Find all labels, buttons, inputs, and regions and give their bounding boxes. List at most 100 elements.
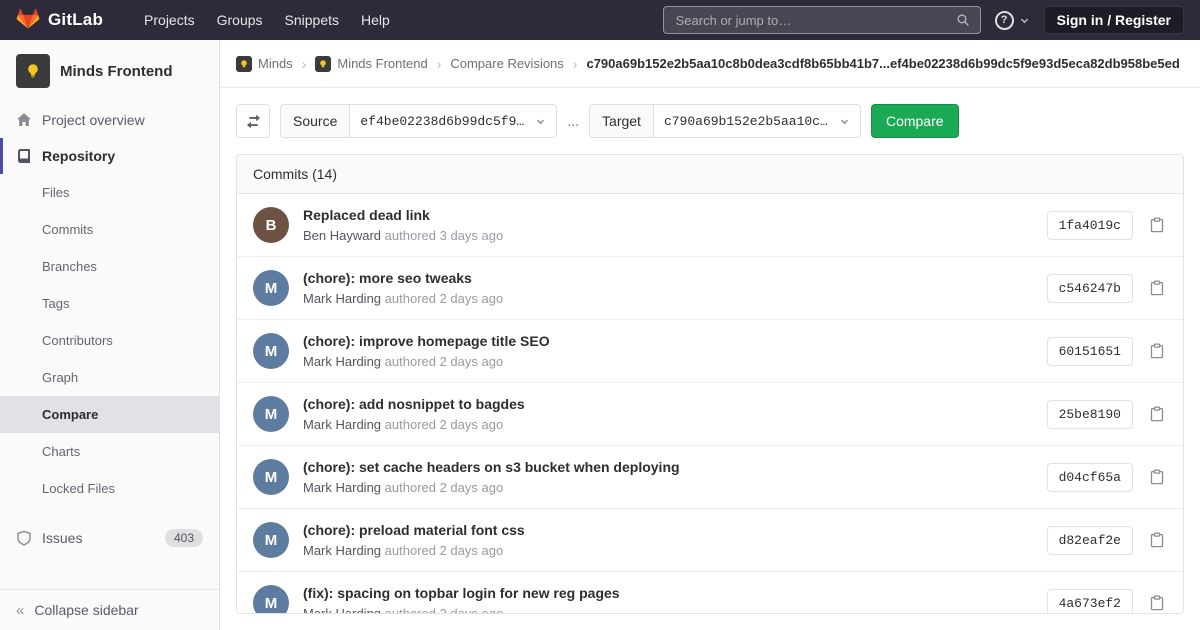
book-icon <box>16 148 32 164</box>
breadcrumb-separator: › <box>437 56 442 72</box>
commit-title-link[interactable]: (fix): spacing on topbar login for new r… <box>303 585 1033 601</box>
source-label: Source <box>280 104 349 138</box>
gitlab-logo[interactable]: GitLab <box>16 6 103 34</box>
commit-author-link[interactable]: Mark Harding <box>303 291 381 306</box>
sidebar-item-contributors[interactable]: Contributors <box>0 322 219 359</box>
author-avatar: M <box>253 522 289 558</box>
sign-in-button[interactable]: Sign in / Register <box>1044 6 1184 34</box>
commit-title-link[interactable]: (chore): add nosnippet to bagdes <box>303 396 1033 412</box>
breadcrumb-label: Compare Revisions <box>450 56 563 71</box>
nav-item-projects[interactable]: Projects <box>133 6 206 34</box>
clipboard-icon <box>1149 595 1165 611</box>
compare-ellipsis: ... <box>567 113 579 129</box>
breadcrumb-item-minds-frontend[interactable]: Minds Frontend <box>315 56 427 72</box>
nav-item-snippets[interactable]: Snippets <box>274 6 350 34</box>
copy-commit-sha-button[interactable] <box>1147 278 1167 298</box>
commit-info: Replaced dead link Ben Hayward authored … <box>303 207 1033 243</box>
author-avatar: M <box>253 270 289 306</box>
issues-icon <box>16 530 32 546</box>
nav-item-groups[interactable]: Groups <box>206 6 274 34</box>
copy-commit-sha-button[interactable] <box>1147 593 1167 613</box>
home-icon <box>16 112 32 128</box>
search-input[interactable] <box>674 12 948 29</box>
breadcrumb-item-compare-revisions[interactable]: Compare Revisions <box>450 56 563 71</box>
chevron-down-icon <box>839 116 850 127</box>
sidebar-item-commits[interactable]: Commits <box>0 211 219 248</box>
project-name: Minds Frontend <box>60 63 173 80</box>
collapse-chevrons-icon: « <box>16 603 24 618</box>
sidebar-item-branches[interactable]: Branches <box>0 248 219 285</box>
copy-commit-sha-button[interactable] <box>1147 404 1167 424</box>
clipboard-icon <box>1149 532 1165 548</box>
collapse-sidebar-button[interactable]: « Collapse sidebar <box>0 589 219 630</box>
chevron-down-icon <box>1019 15 1030 26</box>
commit-sha-button[interactable]: d04cf65a <box>1047 463 1133 492</box>
chevron-down-icon <box>535 116 546 127</box>
sidebar-item-files[interactable]: Files <box>0 174 219 211</box>
commit-title-link[interactable]: (chore): improve homepage title SEO <box>303 333 1033 349</box>
sidebar-item-tags[interactable]: Tags <box>0 285 219 322</box>
sidebar-item-label: Repository <box>42 148 115 164</box>
copy-commit-sha-button[interactable] <box>1147 215 1167 235</box>
commit-author-link[interactable]: Mark Harding <box>303 606 381 614</box>
commit-author-link[interactable]: Ben Hayward <box>303 228 381 243</box>
commit-author-link[interactable]: Mark Harding <box>303 543 381 558</box>
author-avatar: M <box>253 459 289 495</box>
sidebar-item-repository[interactable]: Repository <box>0 138 219 174</box>
commit-sha-button[interactable]: 60151651 <box>1047 337 1133 366</box>
commit-sha-button[interactable]: 25be8190 <box>1047 400 1133 429</box>
compare-button[interactable]: Compare <box>871 104 959 138</box>
commit-info: (chore): improve homepage title SEO Mark… <box>303 333 1033 369</box>
commit-authored-time: authored 2 days ago <box>385 480 504 495</box>
commit-authored-time: authored 2 days ago <box>385 543 504 558</box>
project-avatar-lightbulb-icon <box>315 56 331 72</box>
commit-info: (chore): preload material font css Mark … <box>303 522 1033 558</box>
sidebar-item-compare[interactable]: Compare <box>0 396 219 433</box>
copy-commit-sha-button[interactable] <box>1147 530 1167 550</box>
sidebar-item-graph[interactable]: Graph <box>0 359 219 396</box>
breadcrumb: Minds › Minds Frontend › Compare Revisio… <box>220 40 1200 88</box>
author-avatar: M <box>253 396 289 432</box>
commit-sha-button[interactable]: d82eaf2e <box>1047 526 1133 555</box>
commit-sha-button[interactable]: 4a673ef2 <box>1047 589 1133 615</box>
target-revision-dropdown[interactable]: c790a69b152e2b5aa10c… <box>653 104 861 138</box>
swap-revisions-button[interactable] <box>236 104 270 138</box>
author-avatar: M <box>253 585 289 614</box>
commit-list: B Replaced dead link Ben Hayward authore… <box>237 194 1183 614</box>
copy-commit-sha-button[interactable] <box>1147 467 1167 487</box>
source-revision-dropdown[interactable]: ef4be02238d6b99dc5f9… <box>349 104 557 138</box>
commit-author-link[interactable]: Mark Harding <box>303 480 381 495</box>
commit-meta: Mark Harding authored 2 days ago <box>303 417 1033 432</box>
sidebar-item-issues[interactable]: Issues 403 <box>0 519 219 557</box>
commit-sha-button[interactable]: 1fa4019c <box>1047 211 1133 240</box>
commit-authored-time: authored 2 days ago <box>385 417 504 432</box>
commit-row: M (chore): add nosnippet to bagdes Mark … <box>237 382 1183 445</box>
repository-subnav: Files Commits Branches Tags Contributors… <box>0 174 219 507</box>
commit-row: B Replaced dead link Ben Hayward authore… <box>237 194 1183 256</box>
sidebar-item-charts[interactable]: Charts <box>0 433 219 470</box>
help-dropdown[interactable]: ? <box>995 11 1030 30</box>
project-sidebar: Minds Frontend Project overview Reposito… <box>0 40 220 630</box>
commit-sha-button[interactable]: c546247b <box>1047 274 1133 303</box>
nav-item-help[interactable]: Help <box>350 6 401 34</box>
sidebar-item-project-overview[interactable]: Project overview <box>0 102 219 138</box>
project-header[interactable]: Minds Frontend <box>0 40 219 102</box>
commit-row: M (chore): improve homepage title SEO Ma… <box>237 319 1183 382</box>
clipboard-icon <box>1149 343 1165 359</box>
commit-title-link[interactable]: (chore): more seo tweaks <box>303 270 1033 286</box>
commit-row: M (chore): more seo tweaks Mark Harding … <box>237 256 1183 319</box>
commit-title-link[interactable]: Replaced dead link <box>303 207 1033 223</box>
commit-author-link[interactable]: Mark Harding <box>303 417 381 432</box>
commit-title-link[interactable]: (chore): set cache headers on s3 bucket … <box>303 459 1033 475</box>
breadcrumb-label: Minds Frontend <box>337 56 427 71</box>
navbar-right: ? Sign in / Register <box>663 6 1184 34</box>
breadcrumb-item-minds[interactable]: Minds <box>236 56 293 72</box>
clipboard-icon <box>1149 406 1165 422</box>
breadcrumb-separator: › <box>573 56 578 72</box>
sidebar-item-locked-files[interactable]: Locked Files <box>0 470 219 507</box>
breadcrumb-label: Minds <box>258 56 293 71</box>
copy-commit-sha-button[interactable] <box>1147 341 1167 361</box>
commit-title-link[interactable]: (chore): preload material font css <box>303 522 1033 538</box>
commit-author-link[interactable]: Mark Harding <box>303 354 381 369</box>
commit-authored-time: authored 3 days ago <box>385 228 504 243</box>
